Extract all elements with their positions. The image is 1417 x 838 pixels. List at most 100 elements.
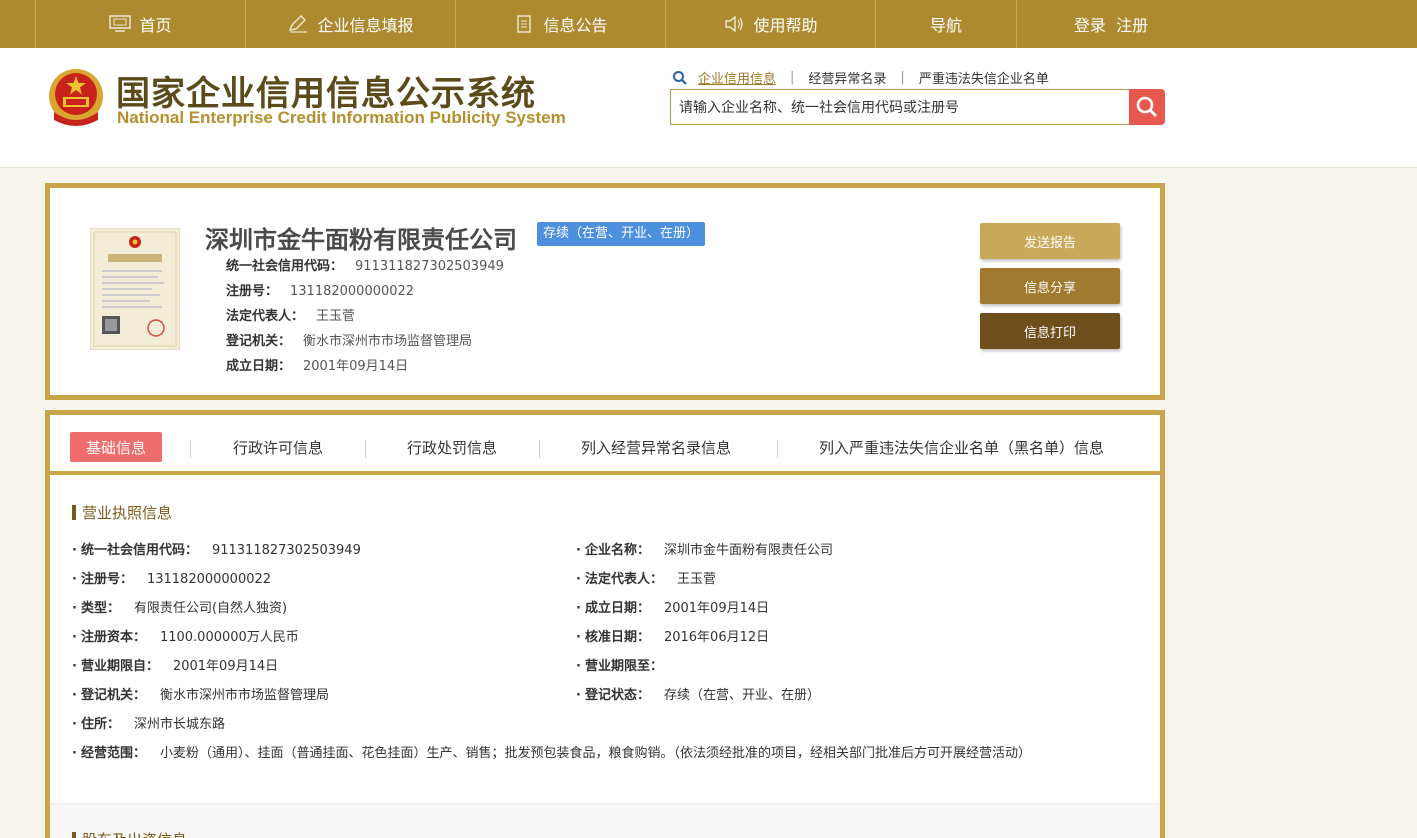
detail-panel: 基础信息 行政许可信息 行政处罚信息 列入经营异常名录信息 列入严重违法失信企业… — [45, 410, 1165, 838]
search-button[interactable] — [1129, 89, 1165, 125]
tab-basic-info[interactable]: 基础信息 — [70, 432, 163, 462]
field-key: 注册号： — [80, 572, 133, 587]
bullet: · — [72, 630, 77, 645]
field-key: 成立日期： — [226, 359, 292, 374]
nav-announcements-label: 信息公告 — [543, 16, 608, 35]
nav-help[interactable]: 使用帮助 — [666, 0, 876, 48]
search-tab-blacklist[interactable]: 严重违法失信企业名单 — [919, 68, 1049, 87]
search-icon — [1136, 96, 1158, 118]
tab-abnormal-list[interactable]: 列入经营异常名录信息 — [581, 432, 731, 462]
field-value: 131182000000022 — [146, 572, 272, 587]
license-field: · 企业名称： 深圳市金牛面粉有限责任公司 — [576, 539, 833, 558]
field-key: 核准日期： — [584, 630, 650, 645]
license-field: · 营业期限自： 2001年09月14日 — [72, 655, 278, 674]
license-field: · 登记机关： 衡水市深州市市场监督管理局 — [72, 684, 329, 703]
field-value: 911311827302503949 — [355, 259, 504, 274]
nav-help-label: 使用帮助 — [753, 16, 818, 35]
field-value: 衡水市深州市市场监督管理局 — [159, 688, 329, 703]
field-key: 登记机关： — [226, 334, 292, 349]
nav-home[interactable]: 首页 — [36, 0, 246, 48]
monitor-icon — [109, 15, 132, 32]
nav-announcements[interactable]: 信息公告 — [456, 0, 666, 48]
bullet: · — [576, 659, 581, 674]
search-type-tabs: 企业信用信息 | 经营异常名录 | 严重违法失信企业名单 — [672, 68, 1049, 87]
field-key: 注册号： — [226, 284, 279, 299]
section-title-license: 营业执照信息 — [72, 502, 172, 523]
search-icon — [673, 70, 687, 85]
share-info-button[interactable]: 信息分享 — [980, 268, 1120, 304]
company-field-authority: 登记机关： 衡水市深州市市场监督管理局 — [226, 330, 472, 349]
field-value: 2001年09月14日 — [663, 601, 770, 616]
field-value: 王玉菅 — [676, 572, 716, 587]
bullet: · — [72, 659, 77, 674]
tab-divider — [365, 440, 366, 458]
tab-admin-penalty[interactable]: 行政处罚信息 — [407, 432, 497, 462]
license-field: · 住所： 深州市长城东路 — [72, 713, 225, 732]
nav-navigation[interactable]: 导航 — [876, 0, 1017, 48]
bullet: · — [576, 601, 581, 616]
field-key: 统一社会信用代码： — [226, 259, 344, 274]
search-tab-separator: | — [790, 70, 795, 85]
field-key: 法定代表人： — [226, 309, 305, 324]
section-title-text: 股东及出资信息 — [82, 829, 187, 838]
field-value: 有限责任公司(自然人独资) — [133, 601, 288, 616]
field-key: 企业名称： — [584, 543, 650, 558]
nav-enterprise-report[interactable]: 企业信息填报 — [246, 0, 456, 48]
field-key: 统一社会信用代码： — [80, 543, 198, 558]
license-field: · 营业期限至： — [576, 655, 677, 674]
bullet: · — [72, 601, 77, 616]
business-license-image — [90, 228, 180, 350]
company-field-reg-no: 注册号： 131182000000022 — [226, 280, 414, 299]
search-tab-credit[interactable]: 企业信用信息 — [698, 68, 776, 87]
national-emblem-icon — [49, 69, 103, 126]
field-key: 住所： — [80, 717, 120, 732]
field-value: 衡水市深州市市场监督管理局 — [303, 334, 473, 349]
site-subtitle: National Enterprise Credit Information P… — [117, 108, 566, 127]
speaker-icon — [725, 15, 744, 33]
bullet: · — [72, 543, 77, 558]
field-value: 131182000000022 — [290, 284, 415, 299]
bullet: · — [576, 630, 581, 645]
nav-home-label: 首页 — [139, 16, 172, 35]
tab-blacklist[interactable]: 列入严重违法失信企业名单（黑名单）信息 — [819, 432, 1104, 462]
field-key: 法定代表人： — [584, 572, 663, 587]
company-field-legal-rep: 法定代表人： 王玉菅 — [226, 305, 355, 324]
tab-admin-license[interactable]: 行政许可信息 — [233, 432, 323, 462]
print-info-button[interactable]: 信息打印 — [980, 313, 1120, 349]
nav-enterprise-report-label: 企业信息填报 — [317, 16, 414, 35]
edit-icon — [289, 15, 308, 33]
tab-divider — [539, 440, 540, 458]
company-name: 深圳市金牛面粉有限责任公司 — [205, 226, 517, 254]
search-tab-abnormal[interactable]: 经营异常名录 — [808, 68, 886, 87]
bullet: · — [576, 543, 581, 558]
license-field: · 注册号： 131182000000022 — [72, 568, 271, 587]
field-value: 存续（在营、开业、在册） — [663, 688, 820, 703]
nav-navigation-label: 导航 — [929, 16, 962, 35]
document-icon — [517, 15, 532, 33]
company-field-credit-code: 统一社会信用代码： 911311827302503949 — [226, 255, 504, 274]
license-field: · 登记状态： 存续（在营、开业、在册） — [576, 684, 820, 703]
search-input[interactable]: 请输入企业名称、统一社会信用代码或注册号 — [670, 89, 1130, 125]
field-key: 登记机关： — [80, 688, 146, 703]
section-title-shareholders: 股东及出资信息 — [72, 829, 187, 838]
title-bar — [72, 832, 76, 838]
site-header: 国家企业信用信息公示系统 National Enterprise Credit … — [0, 48, 1417, 168]
bullet: · — [576, 688, 581, 703]
nav-login-register[interactable]: 登录 注册 — [1017, 0, 1205, 48]
license-field: · 注册资本： 1100.000000万人民币 — [72, 626, 299, 645]
detail-tabs: 基础信息 行政许可信息 行政处罚信息 列入经营异常名录信息 列入严重违法失信企业… — [50, 415, 1160, 475]
tab-divider — [190, 440, 191, 458]
field-key: 类型： — [80, 601, 120, 616]
field-value: 深州市长城东路 — [133, 717, 225, 732]
field-value: 2001年09月14日 — [172, 659, 279, 674]
company-field-established: 成立日期： 2001年09月14日 — [226, 355, 408, 374]
bullet: · — [72, 688, 77, 703]
license-field: · 成立日期： 2001年09月14日 — [576, 597, 769, 616]
field-key: 注册资本： — [80, 630, 146, 645]
field-value: 911311827302503949 — [211, 543, 361, 558]
send-report-button[interactable]: 发送报告 — [980, 223, 1120, 259]
bullet: · — [72, 746, 77, 761]
status-badge: 存续（在营、开业、在册） — [537, 222, 706, 246]
bullet: · — [72, 717, 77, 732]
field-value: 2001年09月14日 — [303, 359, 409, 374]
